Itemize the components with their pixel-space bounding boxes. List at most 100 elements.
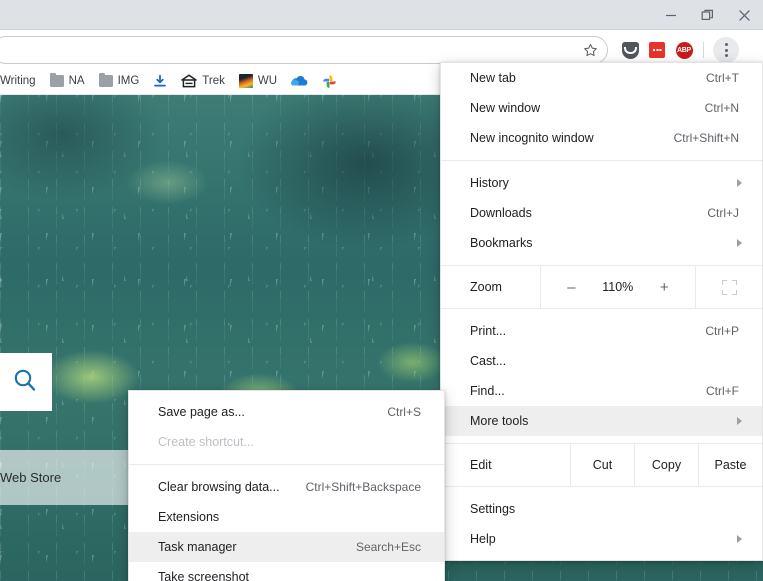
paste-button[interactable]: Paste	[698, 444, 762, 486]
menu-new-tab[interactable]: New tab Ctrl+T	[441, 63, 762, 93]
title-bar	[0, 0, 763, 30]
trek-icon	[181, 74, 198, 88]
copy-button[interactable]: Copy	[634, 444, 698, 486]
menu-help[interactable]: Help	[441, 524, 762, 554]
menu-item-label: New tab	[470, 71, 516, 85]
menu-item-label: New window	[470, 101, 541, 115]
bookmark-download[interactable]	[146, 70, 174, 92]
menu-print[interactable]: Print... Ctrl+P	[441, 316, 762, 346]
menu-zoom-row: Zoom – 110% +	[441, 265, 762, 309]
web-store-tile[interactable]: Web Store	[0, 450, 130, 505]
submenu-take-screenshot[interactable]: Take screenshot	[129, 562, 444, 581]
menu-item-label: New incognito window	[470, 131, 594, 145]
menu-item-label: Take screenshot	[158, 570, 250, 581]
zoom-out-button[interactable]: –	[561, 279, 581, 296]
submenu-create-shortcut: Create shortcut...	[129, 427, 444, 457]
menu-item-label: Print...	[470, 324, 507, 338]
chrome-menu-button[interactable]	[713, 37, 739, 63]
menu-new-window[interactable]: New window Ctrl+N	[441, 93, 762, 123]
menu-downloads[interactable]: Downloads Ctrl+J	[441, 198, 762, 228]
submenu-arrow-icon	[737, 239, 742, 247]
minimize-button[interactable]	[652, 0, 689, 30]
menu-item-accelerator: Ctrl+Shift+Backspace	[305, 480, 421, 494]
close-button[interactable]	[726, 0, 763, 30]
window-controls	[652, 0, 763, 30]
submenu-extensions[interactable]: Extensions	[129, 502, 444, 532]
address-bar[interactable]	[0, 36, 608, 64]
menu-item-accelerator: Ctrl+F	[706, 384, 739, 398]
menu-bookmarks[interactable]: Bookmarks	[441, 228, 762, 258]
bookmark-writing[interactable]: Writing	[0, 70, 43, 92]
menu-settings[interactable]: Settings	[441, 494, 762, 524]
menu-separator	[129, 464, 444, 465]
menu-item-accelerator: Ctrl+S	[387, 405, 421, 419]
adblock-plus-extension-icon[interactable]: ABP	[674, 40, 694, 60]
zoom-level-value: 110%	[602, 280, 634, 294]
web-store-tile-label: Web Store	[0, 470, 62, 485]
browser-window: Web Store gP	[0, 0, 763, 581]
menu-item-accelerator: Ctrl+J	[707, 206, 739, 220]
menu-edit-row: Edit Cut Copy Paste	[441, 443, 762, 487]
menu-item-accelerator: Ctrl+T	[706, 71, 739, 85]
zoom-label: Zoom	[470, 280, 502, 294]
more-tools-submenu: Save page as... Ctrl+S Create shortcut..…	[128, 390, 445, 581]
toolbar-extension-icons: ABP	[620, 36, 739, 64]
bookmark-google-photos[interactable]	[315, 70, 344, 92]
restore-button[interactable]	[689, 0, 726, 30]
menu-item-label: Help	[470, 532, 496, 546]
red-extension-icon[interactable]	[647, 40, 667, 60]
pocket-extension-icon[interactable]	[620, 40, 640, 60]
folder-icon	[49, 72, 64, 87]
search-tile[interactable]	[0, 353, 52, 411]
menu-item-label: More tools	[470, 414, 529, 428]
adblock-plus-label: ABP	[675, 41, 693, 59]
toolbar-divider	[703, 42, 704, 58]
edit-label: Edit	[470, 458, 492, 472]
wu-icon	[238, 74, 253, 88]
menu-history[interactable]: History	[441, 168, 762, 198]
menu-item-label: Create shortcut...	[158, 435, 254, 449]
submenu-clear-browsing-data[interactable]: Clear browsing data... Ctrl+Shift+Backsp…	[129, 472, 444, 502]
menu-item-label: Find...	[470, 384, 505, 398]
menu-item-label: Task manager	[158, 540, 237, 554]
menu-item-label: Clear browsing data...	[158, 480, 280, 494]
zoom-controls: – 110% +	[540, 266, 696, 308]
bookmark-wu[interactable]: WU	[232, 70, 284, 92]
menu-item-accelerator: Ctrl+N	[704, 101, 739, 115]
bookmark-onedrive[interactable]	[284, 70, 315, 92]
bookmark-star-icon[interactable]	[577, 37, 603, 63]
bookmark-folder-na[interactable]: NA	[43, 70, 92, 92]
menu-cast[interactable]: Cast...	[441, 346, 762, 376]
menu-item-accelerator: Ctrl+Shift+N	[673, 131, 739, 145]
menu-item-label: Save page as...	[158, 405, 245, 419]
bookmark-label: Writing	[0, 75, 36, 87]
submenu-task-manager[interactable]: Task manager Search+Esc	[129, 532, 444, 562]
submenu-arrow-icon	[737, 417, 742, 425]
search-icon	[12, 367, 38, 398]
menu-new-incognito-window[interactable]: New incognito window Ctrl+Shift+N	[441, 123, 762, 153]
download-icon	[153, 74, 167, 88]
bookmark-label: WU	[257, 75, 278, 87]
onedrive-cloud-icon	[291, 75, 308, 87]
menu-find[interactable]: Find... Ctrl+F	[441, 376, 762, 406]
menu-item-label: Extensions	[158, 510, 220, 524]
menu-item-label: Bookmarks	[470, 236, 533, 250]
bookmark-folder-img[interactable]: IMG	[92, 70, 147, 92]
submenu-arrow-icon	[737, 535, 742, 543]
submenu-arrow-icon	[737, 179, 742, 187]
bookmark-label: NA	[68, 75, 85, 87]
bookmark-label: Trek	[202, 75, 225, 87]
fullscreen-button[interactable]	[696, 266, 762, 308]
zoom-in-button[interactable]: +	[654, 279, 675, 296]
chrome-main-menu: New tab Ctrl+T New window Ctrl+N New inc…	[440, 62, 763, 561]
menu-item-accelerator: Ctrl+P	[705, 324, 739, 338]
bookmark-trek[interactable]: Trek	[174, 70, 232, 92]
menu-more-tools[interactable]: More tools	[441, 406, 762, 436]
fullscreen-icon	[721, 279, 737, 295]
menu-item-label: Cast...	[470, 354, 507, 368]
submenu-save-page-as[interactable]: Save page as... Ctrl+S	[129, 397, 444, 427]
menu-item-label: Downloads	[470, 206, 532, 220]
menu-item-accelerator: Search+Esc	[355, 540, 421, 554]
google-photos-icon	[322, 74, 337, 89]
cut-button[interactable]: Cut	[570, 444, 634, 486]
